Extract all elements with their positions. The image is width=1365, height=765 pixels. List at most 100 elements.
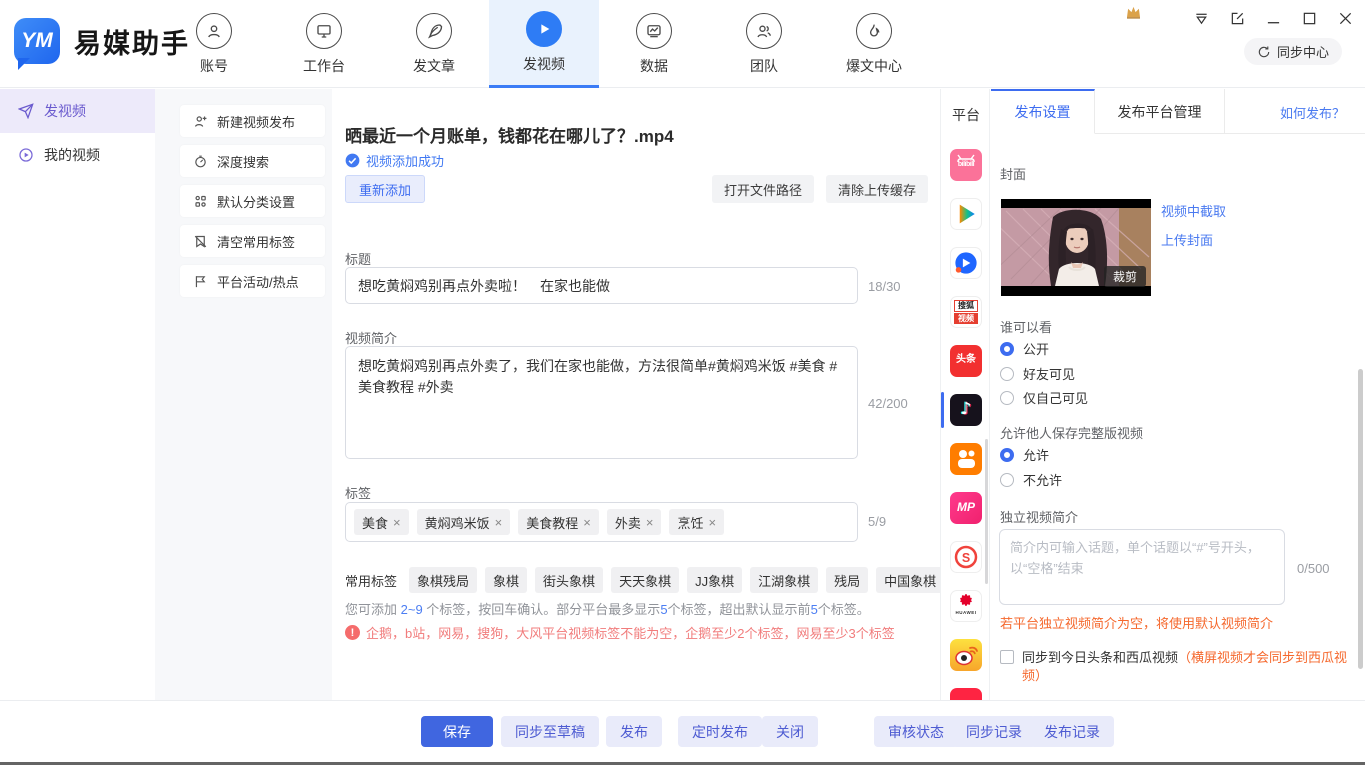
- common-tag-chip[interactable]: 中国象棋: [876, 567, 944, 593]
- hint-range: 2~9: [401, 602, 423, 617]
- common-tag-chip[interactable]: 江湖象棋: [750, 567, 818, 593]
- nav-label: 爆文中心: [846, 56, 902, 76]
- platform-icon-sogou[interactable]: S: [950, 541, 982, 573]
- sync-log-button[interactable]: 同步记录: [952, 716, 1036, 747]
- feedback-icon[interactable]: [1229, 10, 1245, 26]
- checkbox-unchecked-icon[interactable]: [1000, 650, 1014, 664]
- deep-search-button[interactable]: 深度搜索: [180, 145, 325, 177]
- tab-platform-manage[interactable]: 发布平台管理: [1095, 89, 1225, 134]
- minimize-icon[interactable]: [1265, 10, 1281, 26]
- sync-center-button[interactable]: 同步中心: [1244, 38, 1342, 65]
- description-textarea[interactable]: 想吃黄焖鸡别再点外卖了，我们在家也能做，方法很简单#黄焖鸡米饭 #美食 #美食教…: [345, 346, 858, 459]
- tab-publish-settings[interactable]: 发布设置: [991, 89, 1095, 134]
- capture-from-video-link[interactable]: 视频中截取: [1161, 201, 1226, 220]
- nav-item-team[interactable]: 团队: [709, 0, 819, 88]
- publish-button[interactable]: 发布: [606, 716, 662, 747]
- new-video-publish-button[interactable]: 新建视频发布: [180, 105, 325, 137]
- tags-input-box[interactable]: 美食× 黄焖鸡米饭× 美食教程× 外卖× 烹饪×: [345, 502, 858, 542]
- nav-item-publish-article[interactable]: 发文章: [379, 0, 489, 88]
- sync-to-draft-button[interactable]: 同步至草稿: [501, 716, 599, 747]
- platform-activity-button[interactable]: 平台活动/热点: [180, 265, 325, 297]
- common-tag-chip[interactable]: 象棋: [485, 567, 527, 593]
- save-button[interactable]: 保存: [421, 716, 493, 747]
- hint-part: 个标签。: [818, 602, 870, 617]
- common-tag-chip[interactable]: 残局: [826, 567, 868, 593]
- tag-label: 美食教程: [526, 513, 578, 532]
- tool-label: 清空常用标签: [217, 232, 295, 251]
- platform-icon-sohu-video[interactable]: 搜狐 视频: [950, 296, 982, 328]
- clear-upload-cache-button[interactable]: 清除上传缓存: [826, 175, 928, 203]
- sidebar-item-publish-video[interactable]: 发视频: [0, 89, 155, 133]
- common-tag-chip[interactable]: 街头象棋: [535, 567, 603, 593]
- hint-num: 5: [811, 602, 818, 617]
- platform-icon-toutiao[interactable]: 头条: [950, 345, 982, 377]
- crop-badge[interactable]: 裁剪: [1104, 266, 1146, 287]
- common-tag-chip[interactable]: JJ象棋: [687, 567, 742, 593]
- flag-icon: [193, 274, 208, 289]
- radio-allow[interactable]: 允许: [1000, 445, 1049, 464]
- close-button[interactable]: 关闭: [762, 716, 818, 747]
- title-input[interactable]: [345, 267, 858, 304]
- independent-desc-textarea[interactable]: [999, 529, 1285, 605]
- nav-item-publish-video[interactable]: 发视频: [489, 0, 599, 88]
- platform-scrollbar[interactable]: [985, 439, 988, 584]
- radio-disallow[interactable]: 不允许: [1000, 470, 1062, 489]
- clear-common-tags-button[interactable]: 清空常用标签: [180, 225, 325, 257]
- title-field-label: 标题: [345, 249, 371, 268]
- tags-field-label: 标签: [345, 483, 371, 502]
- platform-icon-douyin[interactable]: ♪: [950, 394, 982, 426]
- remove-tag-icon[interactable]: ×: [646, 515, 654, 530]
- platform-icon-weibo[interactable]: [950, 639, 982, 671]
- radio-public[interactable]: 公开: [1000, 339, 1049, 358]
- how-to-publish-link[interactable]: 如何发布？: [1280, 103, 1345, 122]
- platform-icon-xiaohongshu[interactable]: [950, 688, 982, 700]
- collapse-to-tray-icon[interactable]: [1193, 10, 1209, 26]
- remove-tag-icon[interactable]: ×: [583, 515, 591, 530]
- upload-cover-link[interactable]: 上传封面: [1161, 230, 1213, 249]
- radio-friends-only[interactable]: 好友可见: [1000, 364, 1075, 383]
- nav-item-workbench[interactable]: 工作台: [269, 0, 379, 88]
- platform-icon-tencent-video[interactable]: [950, 198, 982, 230]
- default-category-button[interactable]: 默认分类设置: [180, 185, 325, 217]
- platform-icon-haokan-video[interactable]: [950, 247, 982, 279]
- radio-self-only[interactable]: 仅自己可见: [1000, 388, 1088, 407]
- publish-log-button[interactable]: 发布记录: [1030, 716, 1114, 747]
- platform-icon-dafenghao[interactable]: MP: [950, 492, 982, 524]
- top-nav: 账号 工作台 发文章 发视频: [159, 0, 929, 88]
- remove-tag-icon[interactable]: ×: [708, 515, 716, 530]
- settings-scrollbar[interactable]: [1358, 369, 1363, 669]
- tag-chip: 美食教程 ×: [518, 509, 599, 535]
- open-file-path-button[interactable]: 打开文件路径: [712, 175, 814, 203]
- nav-label: 发视频: [523, 54, 565, 74]
- sync-center-label: 同步中心: [1277, 42, 1329, 61]
- platform-icon-huawei[interactable]: HUAWEI: [950, 590, 982, 622]
- platform-icon-kuaishou[interactable]: [950, 443, 982, 475]
- sync-toutiao-checkbox-row[interactable]: 同步到今日头条和西瓜视频（横屏视频才会同步到西瓜视频）: [1000, 649, 1360, 685]
- sidebar-item-label: 我的视频: [44, 145, 100, 165]
- common-tag-chip[interactable]: 天天象棋: [611, 567, 679, 593]
- audit-status-button[interactable]: 审核状态: [874, 716, 958, 747]
- tool-label: 默认分类设置: [217, 192, 295, 211]
- stopwatch-icon: [193, 154, 208, 169]
- hint-part: 个标签，超出默认显示前: [668, 602, 811, 617]
- tool-label: 深度搜索: [217, 152, 269, 171]
- nav-item-account[interactable]: 账号: [159, 0, 269, 88]
- close-icon[interactable]: [1337, 10, 1353, 26]
- platform-icon-bilibili[interactable]: bilibili: [950, 149, 982, 181]
- common-tag-chip[interactable]: 象棋残局: [409, 567, 477, 593]
- sidebar-item-my-videos[interactable]: 我的视频: [0, 133, 155, 177]
- remove-tag-icon[interactable]: ×: [393, 515, 401, 530]
- cover-thumbnail[interactable]: 裁剪: [1001, 199, 1151, 296]
- sidebar-item-label: 发视频: [44, 101, 86, 121]
- play-video-icon: [526, 11, 562, 47]
- desc-field-label: 视频简介: [345, 328, 397, 347]
- maximize-icon[interactable]: [1301, 10, 1317, 26]
- readd-video-button[interactable]: 重新添加: [345, 175, 425, 203]
- remove-tag-icon[interactable]: ×: [495, 515, 503, 530]
- schedule-publish-button[interactable]: 定时发布: [678, 716, 762, 747]
- upload-status: 视频添加成功: [345, 151, 444, 170]
- tools-panel: 新建视频发布 深度搜索 默认分类设置 清空常用标签 平台活动/热点: [155, 89, 332, 700]
- nav-item-hot-center[interactable]: 爆文中心: [819, 0, 929, 88]
- platform-column: 平台 bilibili 搜狐 视频 头条 ♪ MP S: [940, 89, 990, 700]
- nav-item-data[interactable]: 数据: [599, 0, 709, 88]
